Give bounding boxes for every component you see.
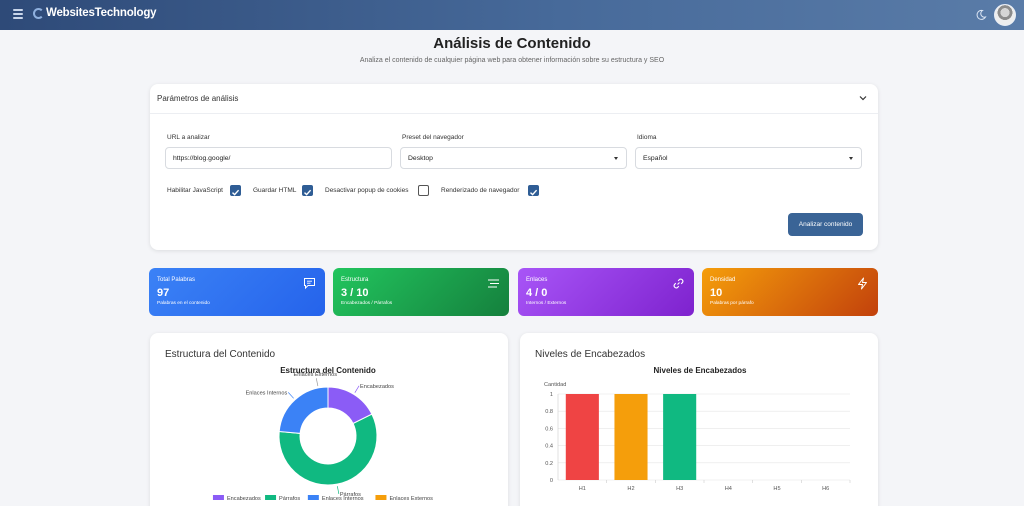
stat-desc: Internos / Externos <box>526 301 567 306</box>
logo-icon <box>33 8 44 19</box>
bar <box>565 394 599 480</box>
params-header[interactable]: Parámetros de análisis <box>150 84 878 114</box>
doughnut-callout-label: Encabezados <box>360 384 394 390</box>
stat-card-words: Total Palabras 97 Palabras en el conteni… <box>149 268 325 316</box>
page-subtitle: Analiza el contenido de cualquier página… <box>359 57 665 64</box>
stat-desc: Encabezados / Párrafos <box>341 301 393 306</box>
y-tick-label: 0.6 <box>545 426 553 432</box>
checkbox-label: Renderizado de navegador <box>441 187 520 194</box>
doughnut-callout-line <box>337 486 340 495</box>
stat-card-density: Densidad 10 Palabras por párrafo <box>702 268 878 316</box>
doughnut-callout-line <box>287 392 294 399</box>
stat-value: 4 / 0 <box>526 287 548 299</box>
analyze-button[interactable]: Analizar contenido <box>788 213 863 236</box>
language-select-value: Español <box>643 155 668 162</box>
top-navbar: WebsitesTechnology <box>0 0 1024 30</box>
stat-title: Enlaces <box>526 277 548 283</box>
language-select[interactable]: Español <box>635 147 862 169</box>
y-tick-label: 0.2 <box>545 461 553 467</box>
legend-label: Enlaces Internos <box>322 496 364 502</box>
caret-down-icon <box>614 157 618 160</box>
legend-label: Encabezados <box>227 496 261 502</box>
url-label: URL a analizar <box>167 134 210 141</box>
stat-value: 3 / 10 <box>341 287 369 299</box>
language-label: Idioma <box>637 134 657 141</box>
link-icon <box>673 278 684 289</box>
preset-select[interactable]: Desktop <box>400 147 627 169</box>
message-icon <box>304 278 315 290</box>
url-input[interactable]: https://blog.google/ <box>165 147 392 169</box>
legend-swatch <box>212 495 224 500</box>
preset-label: Preset del navegador <box>402 134 464 141</box>
bar-chart: Cantidad 0 0.2 0.4 0.6 0.8 1 H1 H2 H3 H4 H5 H6 <box>544 382 851 492</box>
avatar[interactable] <box>994 4 1016 26</box>
x-tick-label: H2 <box>627 486 634 492</box>
bar <box>614 394 648 480</box>
legend-label: Enlaces Externos <box>389 496 433 502</box>
align-icon <box>488 279 499 288</box>
doughnut-callout-line <box>354 385 360 393</box>
stat-title: Densidad <box>710 277 736 283</box>
y-tick-label: 0 <box>550 478 553 484</box>
checkbox-label: Guardar HTML <box>253 187 297 194</box>
legend-swatch <box>375 495 387 500</box>
legend-label: Párrafos <box>279 496 300 502</box>
legend-swatch <box>307 495 319 500</box>
moon-icon[interactable] <box>975 9 987 21</box>
doughnut-chart: Encabezados Párrafos Enlaces Internos Enlac… <box>212 372 433 502</box>
stat-desc: Palabras en el contenido <box>157 301 210 306</box>
checkbox-box[interactable] <box>302 185 313 196</box>
checkbox-box[interactable] <box>528 185 539 196</box>
bolt-icon <box>858 277 867 290</box>
stat-value: 10 <box>710 287 723 299</box>
x-tick-label: H5 <box>773 486 780 492</box>
checkbox-box[interactable] <box>418 185 429 196</box>
y-axis-label: Cantidad <box>544 382 566 388</box>
structure-panel: Estructura del Contenido Estructura del … <box>150 333 508 506</box>
headings-panel: Niveles de Encabezados Niveles de Encabe… <box>520 333 878 506</box>
menu-icon[interactable] <box>13 9 23 21</box>
page-title: Análisis de Contenido <box>433 35 591 52</box>
x-tick-label: H6 <box>822 486 829 492</box>
doughnut-callout-line <box>315 378 319 387</box>
bar <box>663 394 697 480</box>
stat-card-links: Enlaces 4 / 0 Internos / Externos <box>518 268 694 316</box>
x-tick-label: H1 <box>579 486 586 492</box>
y-tick-label: 0.8 <box>545 409 553 415</box>
doughnut-callout-label: Enlaces Internos <box>246 390 288 396</box>
stat-title: Estructura <box>341 277 369 283</box>
y-tick-label: 1 <box>550 392 553 398</box>
stat-value: 97 <box>157 287 170 299</box>
y-tick-label: 0.4 <box>545 444 553 450</box>
checkbox-box[interactable] <box>230 185 241 196</box>
checkbox-label: Desactivar popup de cookies <box>325 187 409 194</box>
params-title: Parámetros de análisis <box>157 94 239 103</box>
stat-desc: Palabras por párrafo <box>710 301 754 306</box>
legend-swatch <box>265 495 277 500</box>
brand-name[interactable]: WebsitesTechnology <box>46 7 157 19</box>
caret-down-icon <box>849 157 853 160</box>
stat-title: Total Palabras <box>157 277 196 283</box>
x-tick-label: H3 <box>676 486 683 492</box>
x-tick-label: H4 <box>725 486 732 492</box>
preset-select-value: Desktop <box>408 155 433 162</box>
doughnut-callout-label: Enlaces Externos <box>294 372 338 378</box>
chevron-down-icon[interactable] <box>859 94 867 102</box>
url-input-value: https://blog.google/ <box>173 155 231 162</box>
checkbox-label: Habilitar JavaScript <box>167 187 223 194</box>
stat-card-structure: Estructura 3 / 10 Encabezados / Párrafos <box>333 268 509 316</box>
